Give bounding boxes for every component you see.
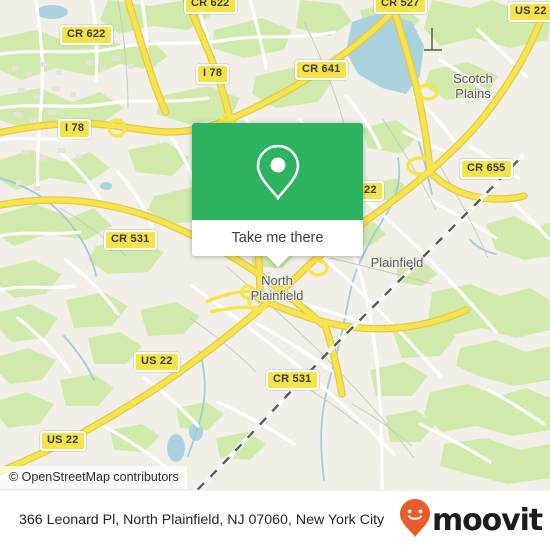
map-canvas[interactable]: Scotch Plains Plainfield North Plainfiel… (0, 0, 550, 491)
road-shield-cr-527[interactable]: CR 527 (374, 0, 427, 14)
road-shield-us-22-southwest[interactable]: US 22 (40, 431, 86, 451)
road-shield-us-22-northeast[interactable]: US 22 (508, 2, 550, 22)
callout-footer[interactable]: Take me there (192, 220, 363, 256)
moovit-wordmark: moovit (431, 502, 543, 538)
road-shield-us-22-center[interactable]: US 22 (134, 352, 180, 372)
road-shield-cr-622-west[interactable]: CR 622 (60, 25, 113, 45)
moovit-logo[interactable]: moovit (399, 498, 543, 543)
moovit-pin-smiley-icon (399, 498, 431, 543)
osm-attribution[interactable]: © OpenStreetMap contributors (0, 466, 187, 489)
map-pin-icon (254, 142, 302, 202)
road-shield-cr-622-north[interactable]: CR 622 (184, 0, 237, 14)
map-screenshot: Scotch Plains Plainfield North Plainfiel… (0, 0, 550, 550)
take-me-there-label: Take me there (231, 230, 324, 246)
take-me-there-callout[interactable]: Take me there (192, 123, 363, 267)
road-shield-cr-531-north[interactable]: CR 531 (104, 230, 157, 250)
road-shield-i-78-north[interactable]: I 78 (196, 64, 230, 84)
address-text: 366 Leonard Pl, North Plainfield, NJ 070… (19, 512, 385, 528)
road-shield-cr-531-south[interactable]: CR 531 (266, 370, 319, 390)
road-shield-i-78-west[interactable]: I 78 (58, 119, 92, 139)
callout-tail (266, 256, 289, 267)
footer-bar: 366 Leonard Pl, North Plainfield, NJ 070… (0, 491, 550, 550)
road-shield-cr-655[interactable]: CR 655 (460, 159, 513, 179)
road-shield-cr-641[interactable]: CR 641 (295, 60, 348, 80)
callout-header (192, 123, 363, 220)
